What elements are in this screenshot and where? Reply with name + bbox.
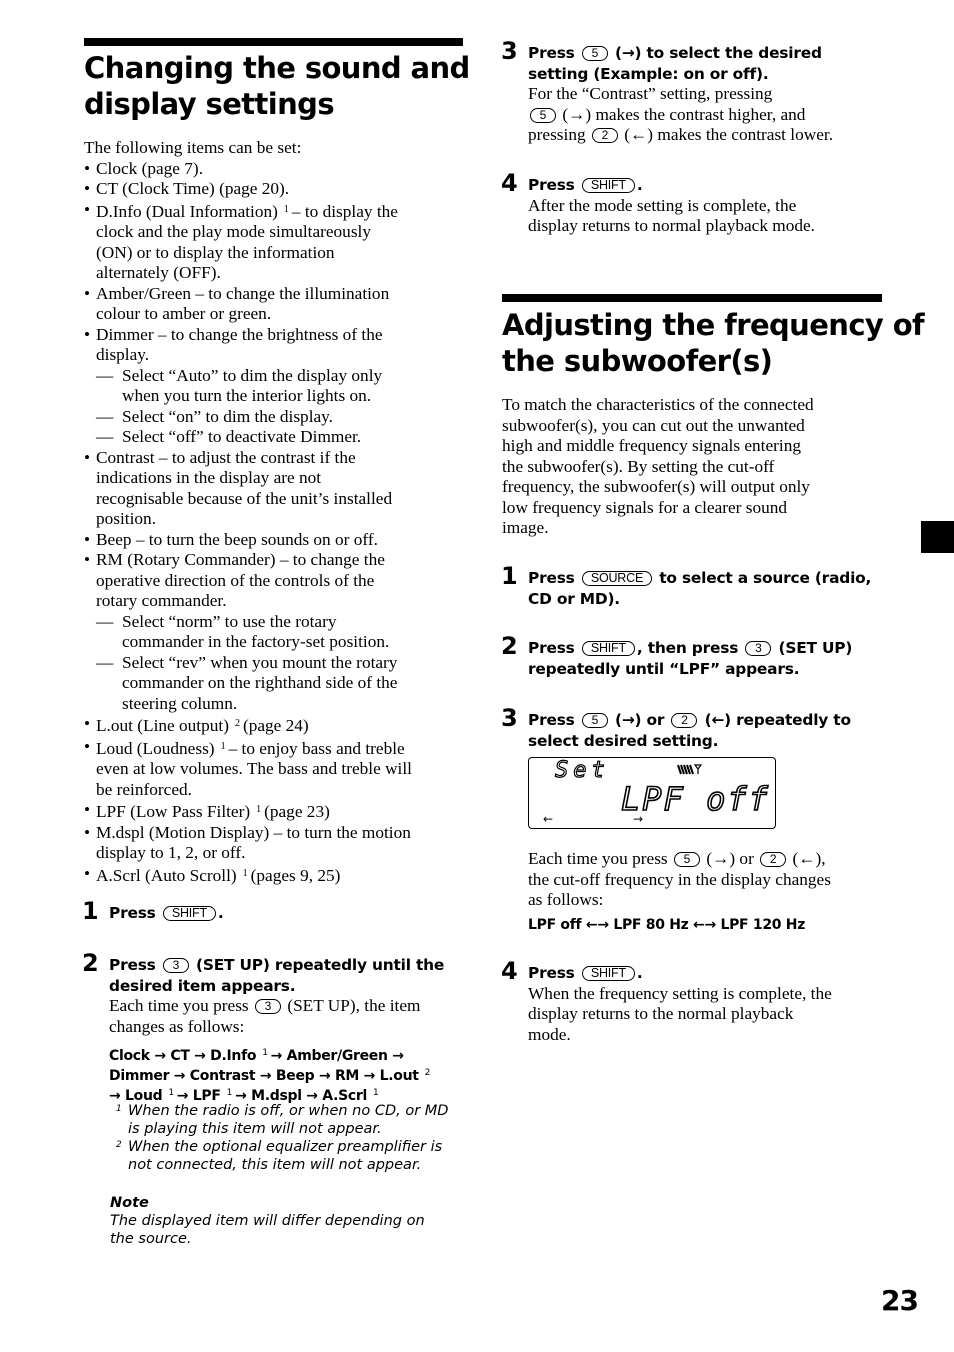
footnote-ref: 1	[283, 203, 289, 215]
lcd-set-label: Set	[554, 757, 610, 783]
button-5-right[interactable]: 5	[581, 713, 608, 728]
step-4-press-shift: 4 Press SHIFT. After the mode setting is…	[501, 169, 815, 235]
shift-button[interactable]: SHIFT	[162, 906, 216, 921]
lpf-step-3-body: Each time you press 5 (→) or 2 (←), the …	[528, 849, 898, 934]
button-3-set-up[interactable]: 3	[745, 641, 772, 656]
settings-intro: The following items can be set: Clock (p…	[84, 138, 469, 886]
settings-sub-option: — Select “Auto” to dim the display only wh…	[96, 365, 383, 406]
shift-button[interactable]: SHIFT	[581, 641, 635, 656]
section-rule-right	[502, 294, 882, 302]
settings-item: M.dspl (Motion Display) – to turn the mo…	[84, 823, 469, 864]
step-2-set-up: 2 Press 3 (SET UP) repeatedly until the …	[82, 949, 445, 1105]
sequence-line: Dimmer → Contrast → Beep → RM → L.out 2	[109, 1068, 431, 1084]
settings-sub-option: — Select “rev” when you mount the rotary c…	[96, 652, 398, 713]
step-1-press-shift: 1 Press SHIFT.	[82, 897, 224, 925]
footnotes: 1 When the radio is off, or when no CD, …	[116, 1102, 473, 1174]
settings-sub-option: — Select “off” to deactivate Dimmer.	[96, 427, 362, 446]
button-5-right[interactable]: 5	[581, 46, 608, 61]
lpf-step-3-select: 3 Press 5 (→) or 2 (←) repeatedly to sel…	[501, 704, 851, 750]
footnote-1: 1 When the radio is off, or when no CD, …	[116, 1103, 449, 1137]
footnote-ref: 1	[220, 740, 226, 752]
settings-item: Amber/Green – to change the illumination…	[84, 284, 469, 325]
section-title-subwoofer: Adjusting the frequency of the subwoofer…	[502, 308, 925, 378]
settings-item: A.Scrl (Auto Scroll)1(pages 9, 25)	[84, 864, 469, 887]
shift-button[interactable]: SHIFT	[581, 178, 635, 193]
footnote-ref: 1	[256, 804, 262, 815]
button-2-left[interactable]: 2	[671, 713, 698, 728]
settings-item: D.Info (Dual Information)1– to display t…	[84, 200, 469, 284]
footnote-ref: 2	[234, 718, 240, 729]
button-5-inline[interactable]: 5	[530, 107, 556, 123]
button-5-inline[interactable]: 5	[673, 852, 700, 867]
lpf-frequency-sequence: LPF off ←→ LPF 80 Hz ←→ LPF 120 Hz	[528, 916, 806, 933]
settings-item: CT (Clock Time) (page 20).	[84, 179, 469, 200]
lpf-step-2-setup: 2 Press SHIFT, then press 3 (SET UP) rep…	[501, 632, 853, 678]
settings-item: Beep – to turn the beep sounds on or off…	[84, 530, 469, 551]
arrow-left-icon: ←	[543, 812, 554, 826]
settings-item: Loud (Loudness)1– to enjoy bass and treb…	[84, 737, 469, 801]
settings-item: Clock (page 7).	[84, 159, 469, 180]
button-3-set-up-inline[interactable]: 3	[254, 999, 281, 1014]
button-2-inline[interactable]: 2	[591, 128, 618, 143]
settings-sub-option: — Select “on” to dim the display.	[96, 406, 334, 426]
button-3-set-up[interactable]: 3	[162, 958, 189, 973]
settings-item: Contrast – to adjust the contrast if the…	[84, 448, 469, 530]
settings-item-list: Clock (page 7).CT (Clock Time) (page 20)…	[84, 159, 469, 887]
lpf-step-1-source: 1 Press SOURCE to select a source (radio…	[501, 562, 872, 608]
sequence-line: Clock → CT → D.Info 1 → Amber/Green →	[109, 1048, 404, 1064]
step-3-select-setting: 3 Press 5 (→) to select the desired sett…	[501, 37, 834, 144]
note: Note The displayed item will differ depe…	[110, 1195, 425, 1247]
settings-item: LPF (Low Pass Filter)1(page 23)	[84, 800, 469, 823]
section-title-sound-display: Changing the sound and display settings	[84, 51, 470, 121]
button-2-inline[interactable]: 2	[760, 852, 787, 867]
footnote-ref: 1	[242, 867, 248, 879]
footnote-2: 2 When the optional equalizer preamplifi…	[116, 1139, 443, 1173]
lcd-lpf-value: LPF off	[620, 779, 770, 819]
arrow-right-icon: →	[633, 812, 644, 826]
signal-icon	[677, 764, 703, 775]
subwoofer-intro: To match the characteristics of the conn…	[502, 395, 814, 537]
settings-item: Dimmer – to change the brightness of the…	[84, 325, 469, 366]
setup-item-sequence: Clock → CT → D.Info 1 → Amber/Green → Dimme…	[109, 1045, 444, 1105]
source-button[interactable]: SOURCE	[581, 571, 653, 586]
lcd-display-illustration: Set LPF off ← →	[528, 757, 776, 829]
settings-sub-option: — Select “norm” to use the rotary commande…	[96, 611, 390, 652]
lpf-step-4-press-shift: 4 Press SHIFT. When the frequency settin…	[501, 957, 832, 1044]
section-rule-left	[84, 38, 463, 46]
page-number: 23	[881, 1284, 919, 1317]
settings-item: L.out (Line output)2(page 24)	[84, 714, 469, 737]
section-tab-marker	[921, 521, 954, 553]
shift-button[interactable]: SHIFT	[581, 966, 635, 981]
settings-item: RM (Rotary Commander) – to change theope…	[84, 550, 469, 612]
